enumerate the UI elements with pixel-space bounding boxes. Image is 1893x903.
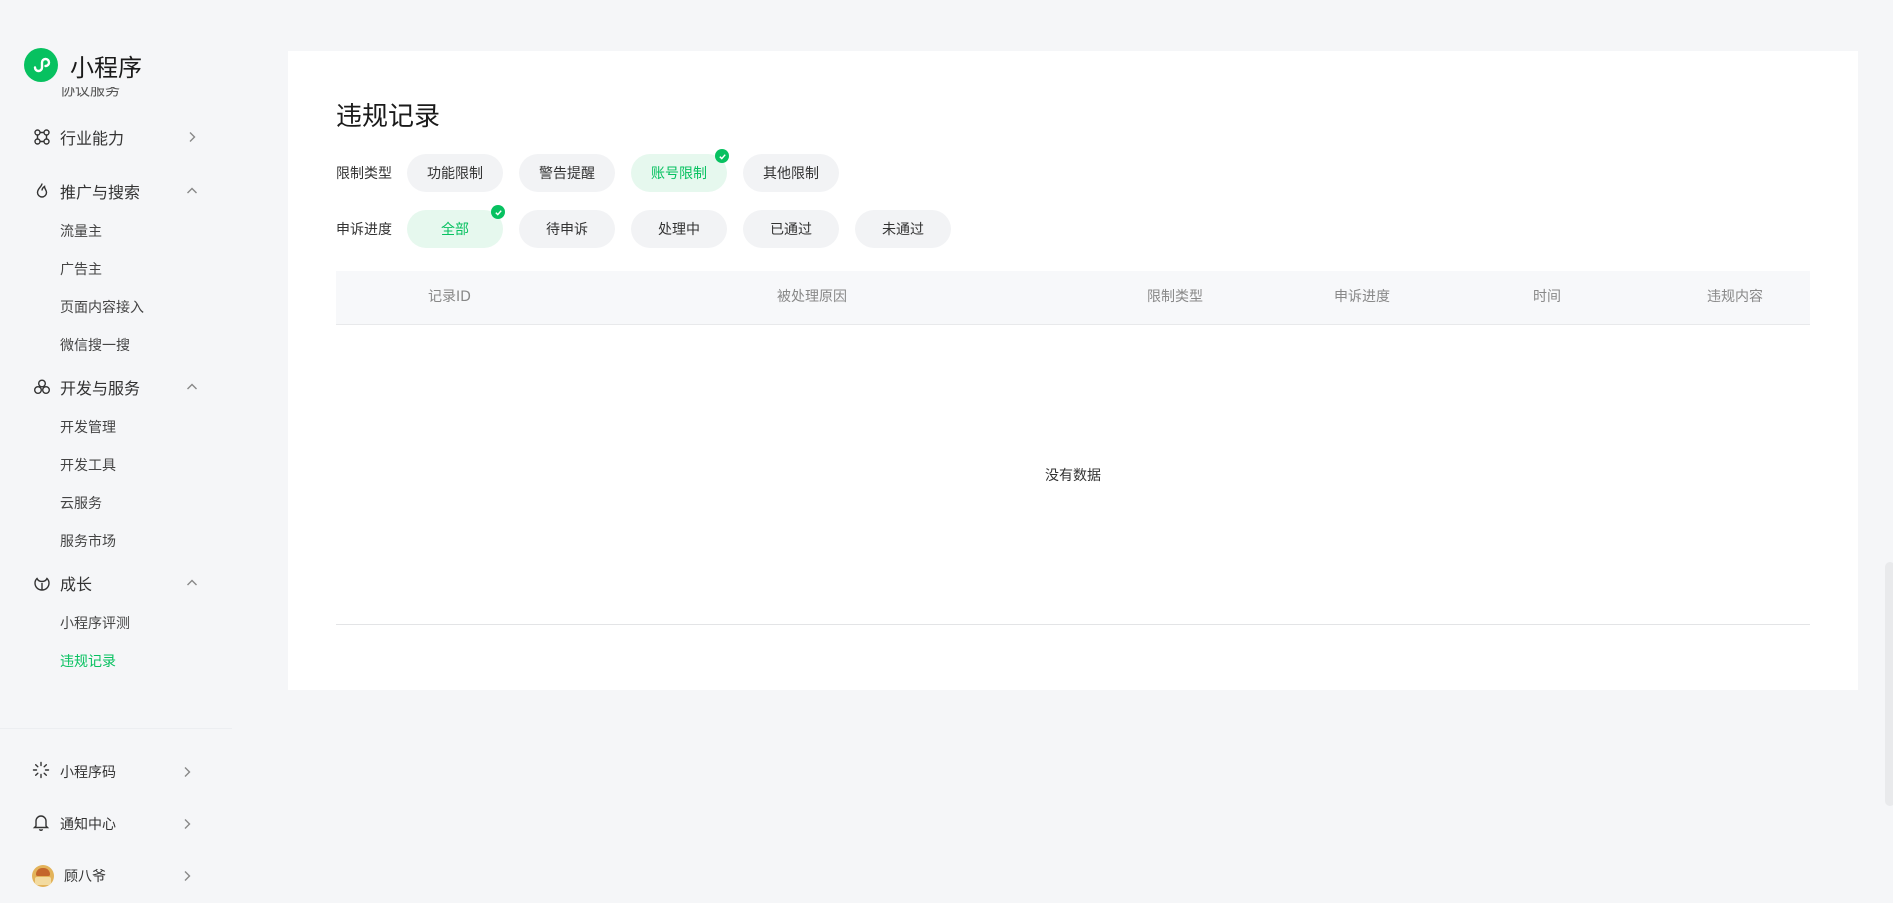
sidebar-group-label: 开发与服务 [60, 379, 141, 398]
sidebar-group-growth[interactable]: 成长 [32, 571, 202, 595]
table-bottom-border [336, 624, 1810, 625]
filter-label-appeal: 申诉进度 [336, 222, 392, 238]
sidebar-item-notifications[interactable]: 通知中心 [32, 812, 197, 836]
chevron-right-icon [182, 127, 202, 147]
growth-icon [32, 573, 52, 593]
filter-label-type: 限制类型 [336, 166, 392, 182]
chevron-right-icon [177, 866, 197, 886]
flame-icon [32, 181, 52, 201]
table-header: 记录ID 被处理原因 限制类型 申诉进度 时间 违规内容 [336, 271, 1810, 325]
page-title: 违规记录 [336, 102, 441, 132]
sidebar-group-promotion[interactable]: 推广与搜索 [32, 179, 202, 203]
sidebar: 小程序 协议服务 行业能力 推广与搜索 流量主 广告主 页面内容接入 微信搜一搜… [0, 0, 232, 903]
account-name: 顾八爷 [64, 869, 106, 885]
filter-chip-appeal-processing[interactable]: 处理中 [631, 210, 727, 248]
chevron-right-icon [177, 762, 197, 782]
filter-chip-type-function[interactable]: 功能限制 [407, 154, 503, 192]
filter-chip-type-other[interactable]: 其他限制 [743, 154, 839, 192]
column-header-time: 时间 [1533, 289, 1561, 305]
industry-icon [32, 127, 52, 147]
sidebar-item-label: 通知中心 [60, 817, 116, 833]
sidebar-item-page-content[interactable]: 页面内容接入 [60, 298, 144, 318]
check-icon [491, 205, 505, 219]
main-panel: 违规记录 限制类型 功能限制 警告提醒 账号限制 其他限制 申诉进度 全部 待申… [288, 51, 1858, 690]
empty-state-text: 没有数据 [1045, 468, 1101, 484]
sidebar-group-label: 推广与搜索 [60, 183, 141, 202]
sidebar-item-dev-management[interactable]: 开发管理 [60, 418, 116, 438]
filter-chip-appeal-pending[interactable]: 待申诉 [519, 210, 615, 248]
column-header-restriction-type: 限制类型 [1147, 289, 1203, 305]
sidebar-group-label: 成长 [60, 575, 93, 594]
check-icon [715, 149, 729, 163]
sidebar-item-service-market[interactable]: 服务市场 [60, 532, 116, 552]
sidebar-item-traffic-owner[interactable]: 流量主 [60, 222, 102, 242]
filter-chip-appeal-approved[interactable]: 已通过 [743, 210, 839, 248]
filter-chip-appeal-all[interactable]: 全部 [407, 205, 505, 248]
filter-chip-type-account[interactable]: 账号限制 [631, 149, 729, 192]
column-header-reason: 被处理原因 [777, 289, 847, 305]
chip-label: 全部 [441, 222, 469, 238]
filter-chip-appeal-rejected[interactable]: 未通过 [855, 210, 951, 248]
column-header-violation-content: 违规内容 [1707, 289, 1763, 305]
circles-icon [32, 377, 52, 397]
filter-chip-type-warning[interactable]: 警告提醒 [519, 154, 615, 192]
app-logo[interactable]: 小程序 [24, 47, 142, 83]
sidebar-item-cut-off[interactable]: 协议服务 [60, 87, 160, 101]
sidebar-group-industry[interactable]: 行业能力 [32, 125, 202, 149]
sun-icon [32, 761, 50, 783]
miniprogram-logo-icon [24, 48, 58, 82]
sidebar-item-label: 小程序码 [60, 765, 116, 781]
column-header-appeal-progress: 申诉进度 [1334, 289, 1390, 305]
chip-label: 账号限制 [651, 166, 707, 182]
chevron-up-icon [182, 181, 202, 201]
sidebar-item-evaluation[interactable]: 小程序评测 [60, 614, 130, 634]
sidebar-item-miniprogram-code[interactable]: 小程序码 [32, 760, 197, 784]
scrollbar-thumb[interactable] [1885, 562, 1893, 806]
sidebar-item-advertiser[interactable]: 广告主 [60, 260, 102, 280]
sidebar-group-dev-services[interactable]: 开发与服务 [32, 375, 202, 399]
avatar [32, 865, 54, 887]
sidebar-group-label: 行业能力 [60, 129, 125, 148]
chevron-up-icon [182, 573, 202, 593]
sidebar-item-dev-tools[interactable]: 开发工具 [60, 456, 116, 476]
sidebar-item-account[interactable]: 顾八爷 [32, 864, 197, 888]
sidebar-item-cloud-service[interactable]: 云服务 [60, 494, 102, 514]
bell-icon [32, 813, 50, 835]
chevron-right-icon [177, 814, 197, 834]
sidebar-item-violation-records[interactable]: 违规记录 [60, 652, 116, 672]
sidebar-divider [0, 728, 232, 729]
chevron-up-icon [182, 377, 202, 397]
app-name: 小程序 [70, 53, 142, 82]
column-header-record-id: 记录ID [428, 289, 471, 305]
sidebar-item-wechat-search[interactable]: 微信搜一搜 [60, 336, 130, 356]
